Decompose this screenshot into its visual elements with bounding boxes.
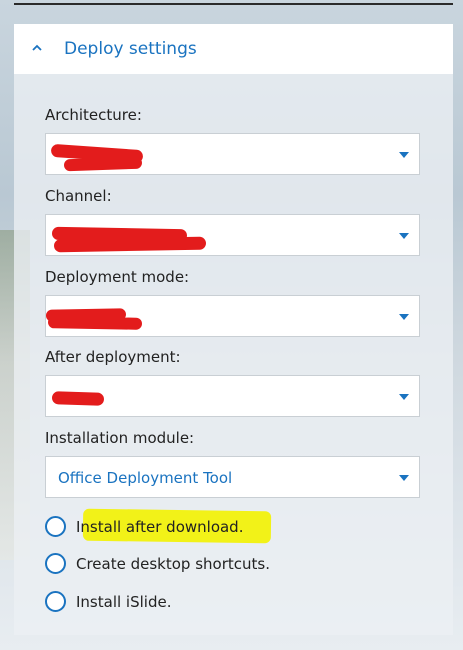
radio-unchecked-icon[interactable] (45, 553, 66, 574)
deploy-settings-panel: Deploy settings Architecture: Channel: D… (14, 24, 453, 635)
caret-down-icon (399, 314, 409, 320)
architecture-label: Architecture: (45, 106, 142, 124)
caret-down-icon (399, 475, 409, 481)
top-divider (14, 3, 453, 5)
option-label: Create desktop shortcuts. (76, 555, 270, 573)
option-label: Install after download. (76, 518, 244, 536)
installation-module-select[interactable]: Office Deployment Tool (45, 456, 420, 498)
redaction-mark (53, 236, 207, 253)
after-deployment-label: After deployment: (45, 348, 181, 366)
channel-label: Channel: (45, 187, 112, 205)
option-install-islide[interactable]: Install iSlide. (45, 591, 345, 617)
caret-down-icon (399, 233, 409, 239)
panel-header[interactable]: Deploy settings (14, 24, 453, 74)
redaction-mark (51, 391, 105, 406)
option-install-after-download[interactable]: Install after download. (45, 508, 345, 544)
radio-unchecked-icon[interactable] (45, 516, 66, 537)
option-create-desktop-shortcuts[interactable]: Create desktop shortcuts. (45, 553, 345, 579)
radio-unchecked-icon[interactable] (45, 591, 66, 612)
panel-title: Deploy settings (64, 39, 197, 59)
installation-module-label: Installation module: (45, 429, 195, 447)
installation-module-value: Office Deployment Tool (58, 469, 233, 487)
caret-down-icon (399, 152, 409, 158)
caret-down-icon (399, 394, 409, 400)
redaction-mark (47, 316, 143, 330)
chevron-up-icon[interactable] (32, 43, 42, 53)
option-label: Install iSlide. (76, 593, 172, 611)
deployment-mode-label: Deployment mode: (45, 268, 190, 286)
